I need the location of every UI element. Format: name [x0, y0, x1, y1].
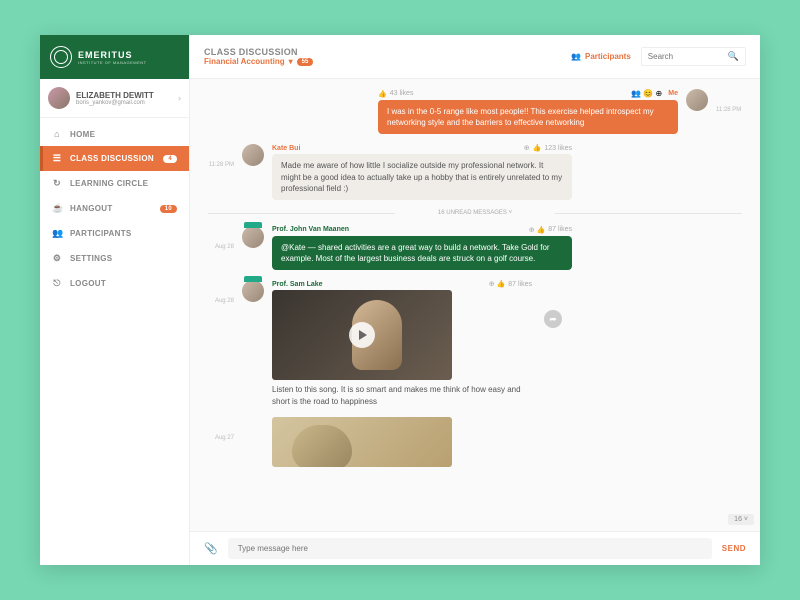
message: Aug 27 — [208, 417, 742, 467]
nav-class-discussion[interactable]: ☰CLASS DISCUSSION4 — [40, 146, 189, 171]
message-author: Kate Bui — [272, 145, 300, 152]
user-profile[interactable]: ELIZABETH DEWITT boris_yankov@gmail.com … — [40, 79, 189, 118]
page-title: CLASS DISCUSSION — [204, 47, 561, 57]
hangout-badge: 10 — [160, 205, 177, 213]
like-count[interactable]: ⊕ 👍 87 likes — [529, 226, 572, 234]
user-avatar — [48, 87, 70, 109]
nav-hangout[interactable]: ☕HANGOUT10 — [40, 196, 189, 221]
course-selector[interactable]: Financial Accounting ▾ 55 — [204, 57, 561, 66]
avatar-professor — [242, 226, 264, 248]
like-count[interactable]: ⊕ 👍 87 likes — [489, 280, 532, 288]
hangout-icon: ☕ — [52, 203, 62, 214]
nav-logout[interactable]: ⎋LOGOUT — [40, 271, 189, 296]
message-author: Prof. John Van Maanen — [272, 226, 349, 233]
participants-icon: 👥 — [571, 52, 581, 61]
message-time: 11:28 PM — [208, 162, 234, 168]
message: 11:28 PM Kate Bui ⊕ 👍 123 likes Made me … — [208, 144, 742, 200]
message-input[interactable] — [228, 538, 712, 559]
brand-seal-icon — [50, 46, 72, 68]
send-button[interactable]: SEND — [722, 544, 746, 553]
play-icon — [349, 322, 375, 348]
message-time: 11:28 PM — [716, 107, 742, 113]
message-date: Aug 28 — [208, 244, 234, 250]
avatar — [686, 89, 708, 111]
home-icon: ⌂ — [52, 129, 62, 139]
nav-home[interactable]: ⌂HOME — [40, 122, 189, 146]
like-count[interactable]: ⊕ 👍 123 likes — [524, 144, 572, 152]
nav-participants[interactable]: 👥PARTICIPANTS — [40, 221, 189, 246]
gear-icon: ⚙ — [52, 253, 62, 264]
message-caption: Listen to this song. It is so smart and … — [272, 384, 532, 406]
chevron-right-icon: › — [178, 93, 181, 103]
reaction-icon[interactable]: 👥 😊 ⊕ — [631, 89, 662, 98]
people-icon: 👥 — [52, 228, 62, 239]
user-email: boris_yankov@gmail.com — [76, 100, 172, 106]
compose-bar: 📎 SEND — [190, 531, 760, 565]
image-attachment[interactable] — [272, 417, 452, 467]
video-attachment[interactable] — [272, 290, 452, 380]
avatar-professor — [242, 280, 264, 302]
message-mine: 11:28 PM Me 👥 😊 ⊕ 👍 43 likes I was in th… — [208, 89, 742, 134]
message-feed[interactable]: 11:28 PM Me 👥 😊 ⊕ 👍 43 likes I was in th… — [190, 79, 760, 531]
share-button[interactable]: ➦ — [544, 310, 562, 328]
message-bubble: Made me aware of how little I socialize … — [272, 154, 572, 200]
topbar: CLASS DISCUSSION Financial Accounting ▾ … — [190, 35, 760, 79]
message-bubble: @Kate — shared activities are a great wa… — [272, 236, 572, 270]
logout-icon: ⎋ — [52, 278, 62, 289]
pager-badge[interactable]: 16 ˅ — [728, 514, 754, 525]
search-box[interactable]: 🔍 — [641, 47, 746, 66]
avatar — [242, 144, 264, 166]
participants-button[interactable]: 👥 Participants — [571, 52, 631, 61]
message-bubble: I was in the 0-5 range like most people!… — [378, 100, 678, 134]
unread-divider: 16 UNREAD MESSAGES ˅ — [208, 210, 742, 216]
like-count[interactable]: 👍 43 likes — [378, 90, 413, 98]
message-professor: Aug 28 Prof. John Van Maanen ⊕ 👍 87 like… — [208, 226, 742, 270]
brand-subtitle: INSTITUTE OF MANAGEMENT — [78, 60, 147, 65]
brand-name: EMERITUS — [78, 50, 147, 60]
message-date: Aug 27 — [208, 435, 234, 441]
sidebar: EMERITUS INSTITUTE OF MANAGEMENT ELIZABE… — [40, 35, 190, 565]
nav-settings[interactable]: ⚙SETTINGS — [40, 246, 189, 271]
message-date: Aug 28 — [208, 298, 234, 304]
search-input[interactable] — [648, 52, 728, 61]
course-count: 55 — [297, 58, 314, 66]
nav-learning-circle[interactable]: ↻LEARNING CIRCLE — [40, 171, 189, 196]
attachment-icon[interactable]: 📎 — [204, 542, 218, 555]
message-author: Prof. Sam Lake — [272, 281, 323, 288]
message-professor: Aug 28 Prof. Sam Lake ⊕ 👍 87 likes ➦ Lis… — [208, 280, 742, 406]
brand-header: EMERITUS INSTITUTE OF MANAGEMENT — [40, 35, 189, 79]
user-name: ELIZABETH DEWITT — [76, 91, 172, 100]
main-panel: CLASS DISCUSSION Financial Accounting ▾ … — [190, 35, 760, 565]
app-window: EMERITUS INSTITUTE OF MANAGEMENT ELIZABE… — [40, 35, 760, 565]
discussion-badge: 4 — [163, 155, 177, 163]
nav-menu: ⌂HOME ☰CLASS DISCUSSION4 ↻LEARNING CIRCL… — [40, 118, 189, 300]
discussion-icon: ☰ — [52, 153, 62, 164]
search-icon: 🔍 — [728, 51, 739, 62]
refresh-icon: ↻ — [52, 178, 62, 189]
chevron-down-icon: ▾ — [289, 57, 293, 66]
message-author: Me — [668, 90, 678, 97]
